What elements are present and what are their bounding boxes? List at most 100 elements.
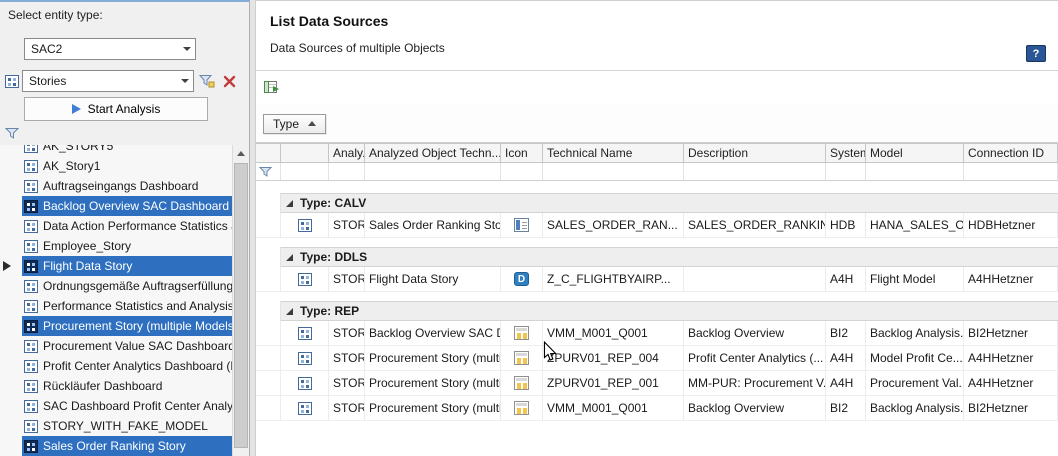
collapse-group-icon[interactable] <box>285 253 294 262</box>
cell-technical-name[interactable]: Z_C_FLIGHTBYAIRP... <box>543 267 684 292</box>
cell-connection-id[interactable]: BI2Hetzner <box>964 321 1058 346</box>
column-header-technical-name[interactable]: Technical Name <box>543 144 684 162</box>
collapse-group-icon[interactable] <box>285 199 294 208</box>
cell-model[interactable]: Procurement Val... <box>866 371 964 396</box>
data-row[interactable]: STORProcurement Story (multi... ZPURV01_R… <box>256 371 1058 396</box>
story-list-scrollbar[interactable] <box>232 145 249 456</box>
export-excel-icon[interactable] <box>263 79 280 98</box>
story-list-item[interactable]: Ordnungsgemäße Auftragserfüllung <box>22 276 232 296</box>
data-row[interactable]: STORBacklog Overview SAC D...VMM_M001_Q0… <box>256 321 1058 346</box>
filter-icon[interactable] <box>256 163 281 180</box>
cell-row-gutter[interactable] <box>256 371 281 396</box>
column-header-source-icon[interactable]: Icon <box>501 144 543 162</box>
filter-edit-icon[interactable] <box>198 72 216 90</box>
cell-row-gutter[interactable] <box>256 396 281 421</box>
cell-connection-id[interactable]: A4HHetzner <box>964 346 1058 371</box>
cell-object-name[interactable]: Sales Order Ranking Story <box>365 213 501 238</box>
filter-cell-object-icon[interactable] <box>281 163 329 180</box>
story-list-item[interactable]: Profit Center Analytics Dashboard (Pr <box>22 356 232 376</box>
collapse-group-icon[interactable] <box>285 307 294 316</box>
cell-system[interactable]: BI2 <box>826 321 866 346</box>
data-row[interactable]: STORFlight Data StoryDZ_C_FLIGHTBYAIRP..… <box>256 267 1058 292</box>
chevron-down-icon[interactable] <box>178 39 195 59</box>
story-list-item[interactable]: SAC Dashboard Profit Center Analytic <box>22 396 232 416</box>
column-header-analysis-type[interactable]: Analy... <box>329 144 365 162</box>
cell-model[interactable]: Model Profit Ce... <box>866 346 964 371</box>
column-header-connection-id[interactable]: Connection ID <box>964 144 1058 162</box>
cell-analysis-type[interactable]: STOR <box>329 371 365 396</box>
story-list-item[interactable]: Backlog Overview SAC Dashboard <box>22 196 232 216</box>
cell-analysis-type[interactable]: STOR <box>329 213 365 238</box>
scrollbar-thumb[interactable] <box>234 163 248 448</box>
cell-model[interactable]: Backlog Analysis... <box>866 321 964 346</box>
cell-system[interactable]: HDB <box>826 213 866 238</box>
filter-cell-system[interactable] <box>826 163 866 180</box>
cell-connection-id[interactable]: A4HHetzner <box>964 267 1058 292</box>
cell-description[interactable]: MM-PUR: Procurement V... <box>684 371 826 396</box>
cell-analysis-type[interactable]: STOR <box>329 346 365 371</box>
cell-technical-name[interactable]: ZPURV01_REP_004 <box>543 346 684 371</box>
cell-description[interactable]: SALES_ORDER_RANKING <box>684 213 826 238</box>
story-list-item[interactable]: Procurement Value SAC Dashboard <box>22 336 232 356</box>
story-list-item[interactable]: Flight Data Story <box>22 256 232 276</box>
story-list-item[interactable]: AK_Story1 <box>22 156 232 176</box>
story-list-item[interactable]: Rückläufer Dashboard <box>22 376 232 396</box>
help-button[interactable]: ? <box>1026 45 1046 62</box>
story-list-item[interactable]: Data Action Performance Statistics an <box>22 216 232 236</box>
object-type-dropdown[interactable]: Stories <box>22 70 194 92</box>
chevron-down-icon[interactable] <box>176 71 193 91</box>
column-header-model[interactable]: Model <box>866 144 964 162</box>
cell-row-gutter[interactable] <box>256 213 281 238</box>
cell-technical-name[interactable]: SALES_ORDER_RAN... <box>543 213 684 238</box>
cell-system[interactable]: BI2 <box>826 396 866 421</box>
cell-model[interactable]: Backlog Analysis... <box>866 396 964 421</box>
column-header-row-gutter[interactable] <box>256 144 281 162</box>
data-row[interactable]: STORSales Order Ranking Story SALES_ORDER… <box>256 213 1058 238</box>
cell-connection-id[interactable]: HDBHetzner <box>964 213 1058 238</box>
filter-cell-model[interactable] <box>866 163 964 180</box>
cell-object-name[interactable]: Procurement Story (multi... <box>365 371 501 396</box>
cell-row-gutter[interactable] <box>256 321 281 346</box>
cell-object-name[interactable]: Flight Data Story <box>365 267 501 292</box>
cell-object-name[interactable]: Procurement Story (multi... <box>365 346 501 371</box>
cell-row-gutter[interactable] <box>256 267 281 292</box>
cell-system[interactable]: A4H <box>826 371 866 396</box>
cell-analysis-type[interactable]: STOR <box>329 267 365 292</box>
column-header-object-name[interactable]: Analyzed Object Techn... <box>365 144 501 162</box>
story-list-item[interactable]: Sales Order Ranking Story <box>22 436 232 456</box>
filter-cell-analysis-type[interactable] <box>329 163 365 180</box>
cell-object-name[interactable]: Procurement Story (multi... <box>365 396 501 421</box>
scroll-up-arrow[interactable] <box>233 145 249 161</box>
filter-cell-technical-name[interactable] <box>543 163 684 180</box>
entity-type-dropdown[interactable]: SAC2 <box>24 38 196 60</box>
group-by-chip-type[interactable]: Type <box>263 114 326 134</box>
column-header-object-icon[interactable] <box>281 144 329 162</box>
filter-cell-description[interactable] <box>684 163 826 180</box>
data-row[interactable]: STORProcurement Story (multi... ZPURV01_R… <box>256 346 1058 371</box>
column-header-system[interactable]: System <box>826 144 866 162</box>
start-analysis-button[interactable]: Start Analysis <box>24 97 208 121</box>
cell-connection-id[interactable]: BI2Hetzner <box>964 396 1058 421</box>
cell-connection-id[interactable]: A4HHetzner <box>964 371 1058 396</box>
cell-system[interactable]: A4H <box>826 267 866 292</box>
cell-description[interactable] <box>684 267 826 292</box>
cell-model[interactable]: HANA_SALES_O... <box>866 213 964 238</box>
cell-description[interactable]: Backlog Overview <box>684 396 826 421</box>
filter-cell-source-icon[interactable] <box>501 163 543 180</box>
story-list-item[interactable]: AK_STORY5 <box>22 145 232 156</box>
cell-analysis-type[interactable]: STOR <box>329 321 365 346</box>
story-list-item[interactable]: Procurement Story (multiple Models) <box>22 316 232 336</box>
clear-filter-icon[interactable] <box>220 72 238 90</box>
cell-description[interactable]: Backlog Overview <box>684 321 826 346</box>
cell-system[interactable]: A4H <box>826 346 866 371</box>
cell-technical-name[interactable]: VMM_M001_Q001 <box>543 321 684 346</box>
cell-row-gutter[interactable] <box>256 346 281 371</box>
filter-icon[interactable] <box>5 127 19 143</box>
filter-cell-object-name[interactable] <box>365 163 501 180</box>
story-list-item[interactable]: STORY_WITH_FAKE_MODEL <box>22 416 232 436</box>
data-row[interactable]: STORProcurement Story (multi... VMM_M001_… <box>256 396 1058 421</box>
cell-analysis-type[interactable]: STOR <box>329 396 365 421</box>
cell-technical-name[interactable]: ZPURV01_REP_001 <box>543 371 684 396</box>
cell-model[interactable]: Flight Model <box>866 267 964 292</box>
cell-technical-name[interactable]: VMM_M001_Q001 <box>543 396 684 421</box>
